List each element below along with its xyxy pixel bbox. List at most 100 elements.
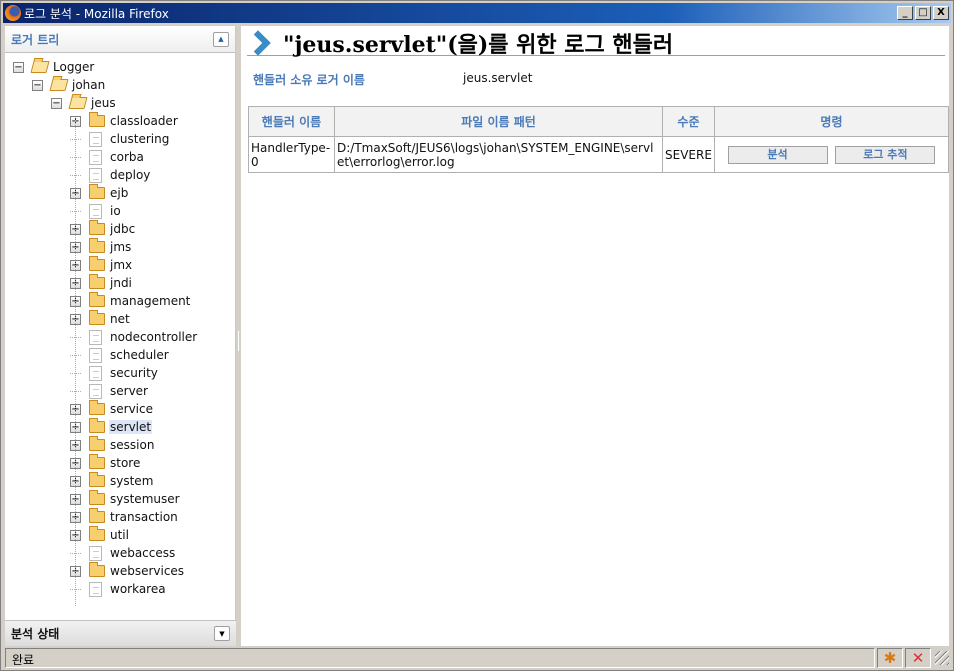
browser-window: 로그 분석 - Mozilla Firefox _ □ X 로거 트리 ▲ − L… bbox=[0, 0, 954, 671]
tree-node-label: jndi bbox=[110, 276, 132, 290]
tree-node-util[interactable]: + util bbox=[70, 526, 130, 544]
tree-node-label: jeus bbox=[91, 96, 116, 110]
tree-node-Logger[interactable]: − Logger bbox=[13, 58, 95, 76]
tree-node-label: jmx bbox=[110, 258, 133, 272]
title-bar: 로그 분석 - Mozilla Firefox _ □ X bbox=[3, 3, 951, 23]
collapse-up-icon[interactable]: ▲ bbox=[213, 31, 229, 47]
document-icon bbox=[89, 581, 102, 597]
analyze-button[interactable]: 분석 bbox=[727, 145, 828, 164]
tree-node-label: jdbc bbox=[110, 222, 136, 236]
tree-node-store[interactable]: + store bbox=[70, 454, 141, 472]
tree-node-clustering[interactable]: clustering bbox=[70, 130, 170, 148]
folder-icon bbox=[89, 508, 105, 523]
owner-logger-value: jeus.servlet bbox=[463, 71, 533, 85]
tree-node-net[interactable]: + net bbox=[70, 310, 131, 328]
folder-icon bbox=[89, 112, 105, 127]
tree-node-label: system bbox=[110, 474, 154, 488]
tree-node-label: webaccess bbox=[110, 546, 176, 560]
folder-open-icon bbox=[30, 61, 50, 73]
analysis-status-header: 분석 상태 ▼ bbox=[5, 620, 236, 646]
tree-node-label: service bbox=[110, 402, 153, 416]
tree-node-label: johan bbox=[72, 78, 106, 92]
tree-node-label: systemuser bbox=[110, 492, 180, 506]
tree-node-deploy[interactable]: deploy bbox=[70, 166, 151, 184]
tree-node-management[interactable]: + management bbox=[70, 292, 191, 310]
trace-log-button[interactable]: 로그 추적 bbox=[835, 145, 936, 164]
status-bar: 완료 ✱ ✕ bbox=[5, 647, 949, 669]
tree-node-servlet[interactable]: + servlet bbox=[70, 418, 153, 436]
document-icon bbox=[89, 545, 102, 561]
tree-node-jdbc[interactable]: + jdbc bbox=[70, 220, 136, 238]
collapse-icon[interactable]: − bbox=[32, 79, 43, 91]
tree-node-security[interactable]: security bbox=[70, 364, 159, 382]
document-icon bbox=[89, 329, 102, 345]
document-icon bbox=[89, 149, 102, 165]
tree-node-session[interactable]: + session bbox=[70, 436, 155, 454]
folder-icon bbox=[89, 220, 105, 235]
tree-node-jms[interactable]: + jms bbox=[70, 238, 132, 256]
tree-node-jmx[interactable]: + jmx bbox=[70, 256, 133, 274]
tree-node-workarea[interactable]: workarea bbox=[70, 580, 167, 598]
tree-node-label: management bbox=[110, 294, 191, 308]
tree-node-jeus[interactable]: − jeus bbox=[51, 94, 117, 112]
tree-node-label: store bbox=[110, 456, 141, 470]
col-handler-name: 핸들러 이름 bbox=[248, 106, 335, 137]
tree-node-classloader[interactable]: + classloader bbox=[70, 112, 179, 130]
tree-node-label: clustering bbox=[110, 132, 170, 146]
logger-tree-header: 로거 트리 ▲ bbox=[5, 26, 235, 53]
tree-node-systemuser[interactable]: + systemuser bbox=[70, 490, 181, 508]
sidebar: 로거 트리 ▲ − Logger − johan − jeus + classloader cl… bbox=[5, 26, 236, 646]
folder-icon bbox=[89, 184, 105, 199]
tree-node-label: security bbox=[110, 366, 158, 380]
tree-node-label: servlet bbox=[109, 420, 153, 434]
tree-node-nodecontroller[interactable]: nodecontroller bbox=[70, 328, 198, 346]
tree-node-label: classloader bbox=[110, 114, 178, 128]
table-row: HandlerType-0 D:/TmaxSoft/JEUS6\logs\joh… bbox=[248, 136, 950, 173]
stop-icon[interactable]: ✕ bbox=[905, 648, 931, 668]
maximize-button[interactable]: □ bbox=[915, 6, 931, 20]
tree-node-label: jms bbox=[110, 240, 132, 254]
document-icon bbox=[89, 131, 102, 147]
minimize-button[interactable]: _ bbox=[897, 6, 913, 20]
document-icon bbox=[89, 347, 102, 363]
col-file-pattern: 파일 이름 패턴 bbox=[334, 106, 663, 137]
tree-node-label: transaction bbox=[110, 510, 178, 524]
tree-node-label: scheduler bbox=[110, 348, 169, 362]
main-panel: "jeus.servlet"(을)를 위한 로그 핸들러 핸들러 소유 로거 이… bbox=[241, 26, 950, 646]
folder-icon bbox=[89, 436, 105, 451]
tree-node-label: webservices bbox=[110, 564, 185, 578]
owner-logger-label: 핸들러 소유 로거 이름 bbox=[253, 73, 365, 87]
close-button[interactable]: X bbox=[933, 6, 949, 20]
folder-icon bbox=[89, 418, 105, 433]
tree-node-system[interactable]: + system bbox=[70, 472, 154, 490]
tree-node-johan[interactable]: − johan bbox=[32, 76, 106, 94]
collapse-icon[interactable]: − bbox=[51, 97, 62, 109]
tree-node-io[interactable]: io bbox=[70, 202, 122, 220]
folder-icon bbox=[89, 274, 105, 289]
tree-node-webaccess[interactable]: webaccess bbox=[70, 544, 176, 562]
window-title: 로그 분석 - Mozilla Firefox bbox=[24, 6, 169, 21]
tree-node-service[interactable]: + service bbox=[70, 400, 154, 418]
tree-node-ejb[interactable]: + ejb bbox=[70, 184, 129, 202]
collapse-icon[interactable]: − bbox=[13, 61, 24, 73]
tree-node-webservices[interactable]: + webservices bbox=[70, 562, 185, 580]
expand-down-icon[interactable]: ▼ bbox=[214, 626, 230, 641]
tree-node-label: server bbox=[110, 384, 148, 398]
tree-node-server[interactable]: server bbox=[70, 382, 149, 400]
logger-tree: − Logger − johan − jeus + classloader clustering… bbox=[5, 54, 236, 620]
tree-node-jndi[interactable]: + jndi bbox=[70, 274, 133, 292]
tree-node-corba[interactable]: corba bbox=[70, 148, 145, 166]
tree-node-scheduler[interactable]: scheduler bbox=[70, 346, 170, 364]
bug-icon[interactable]: ✱ bbox=[877, 648, 903, 668]
tree-node-label: workarea bbox=[110, 582, 166, 596]
tree-node-label: io bbox=[110, 204, 121, 218]
commands-cell: 분석 로그 추적 bbox=[713, 136, 950, 173]
analysis-status-title: 분석 상태 bbox=[11, 627, 60, 641]
folder-icon bbox=[89, 256, 105, 271]
handler-name-cell: HandlerType-0 bbox=[248, 136, 335, 173]
file-pattern-cell: D:/TmaxSoft/JEUS6\logs\johan\SYSTEM_ENGI… bbox=[334, 136, 663, 173]
folder-icon bbox=[89, 562, 105, 577]
folder-icon bbox=[89, 526, 105, 541]
tree-node-transaction[interactable]: + transaction bbox=[70, 508, 179, 526]
resize-grip[interactable] bbox=[935, 651, 949, 665]
